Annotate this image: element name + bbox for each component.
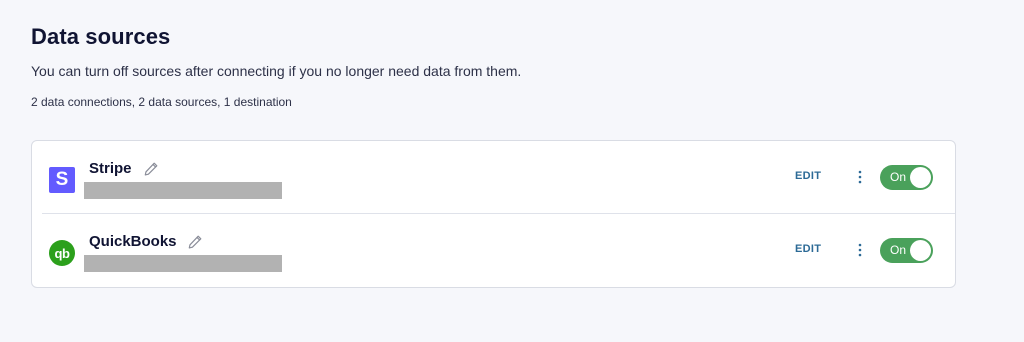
pencil-icon[interactable]: [187, 234, 203, 250]
source-row-quickbooks: qb QuickBooks EDIT On: [42, 214, 955, 286]
more-options-icon[interactable]: [853, 242, 867, 258]
source-toggle[interactable]: On: [880, 238, 933, 263]
redacted-details: [84, 255, 282, 272]
pencil-icon[interactable]: [143, 161, 159, 177]
source-name: QuickBooks: [89, 233, 177, 250]
quickbooks-logo-icon: qb: [49, 240, 75, 266]
source-name: Stripe: [89, 160, 132, 177]
page-title: Data sources: [31, 24, 171, 49]
edit-button[interactable]: EDIT: [795, 170, 821, 182]
data-sources-card: S Stripe EDIT On qb QuickBooks EDIT On: [31, 140, 956, 288]
edit-button[interactable]: EDIT: [795, 243, 821, 255]
toggle-label: On: [890, 243, 907, 257]
redacted-details: [84, 182, 282, 199]
source-toggle[interactable]: On: [880, 165, 933, 190]
connection-summary: 2 data connections, 2 data sources, 1 de…: [31, 95, 292, 109]
toggle-knob: [910, 240, 931, 261]
more-options-icon[interactable]: [853, 169, 867, 185]
page-subtitle: You can turn off sources after connectin…: [31, 63, 522, 79]
toggle-label: On: [890, 170, 907, 184]
stripe-logo-icon: S: [49, 167, 75, 193]
toggle-knob: [910, 167, 931, 188]
source-row-stripe: S Stripe EDIT On: [42, 141, 955, 213]
